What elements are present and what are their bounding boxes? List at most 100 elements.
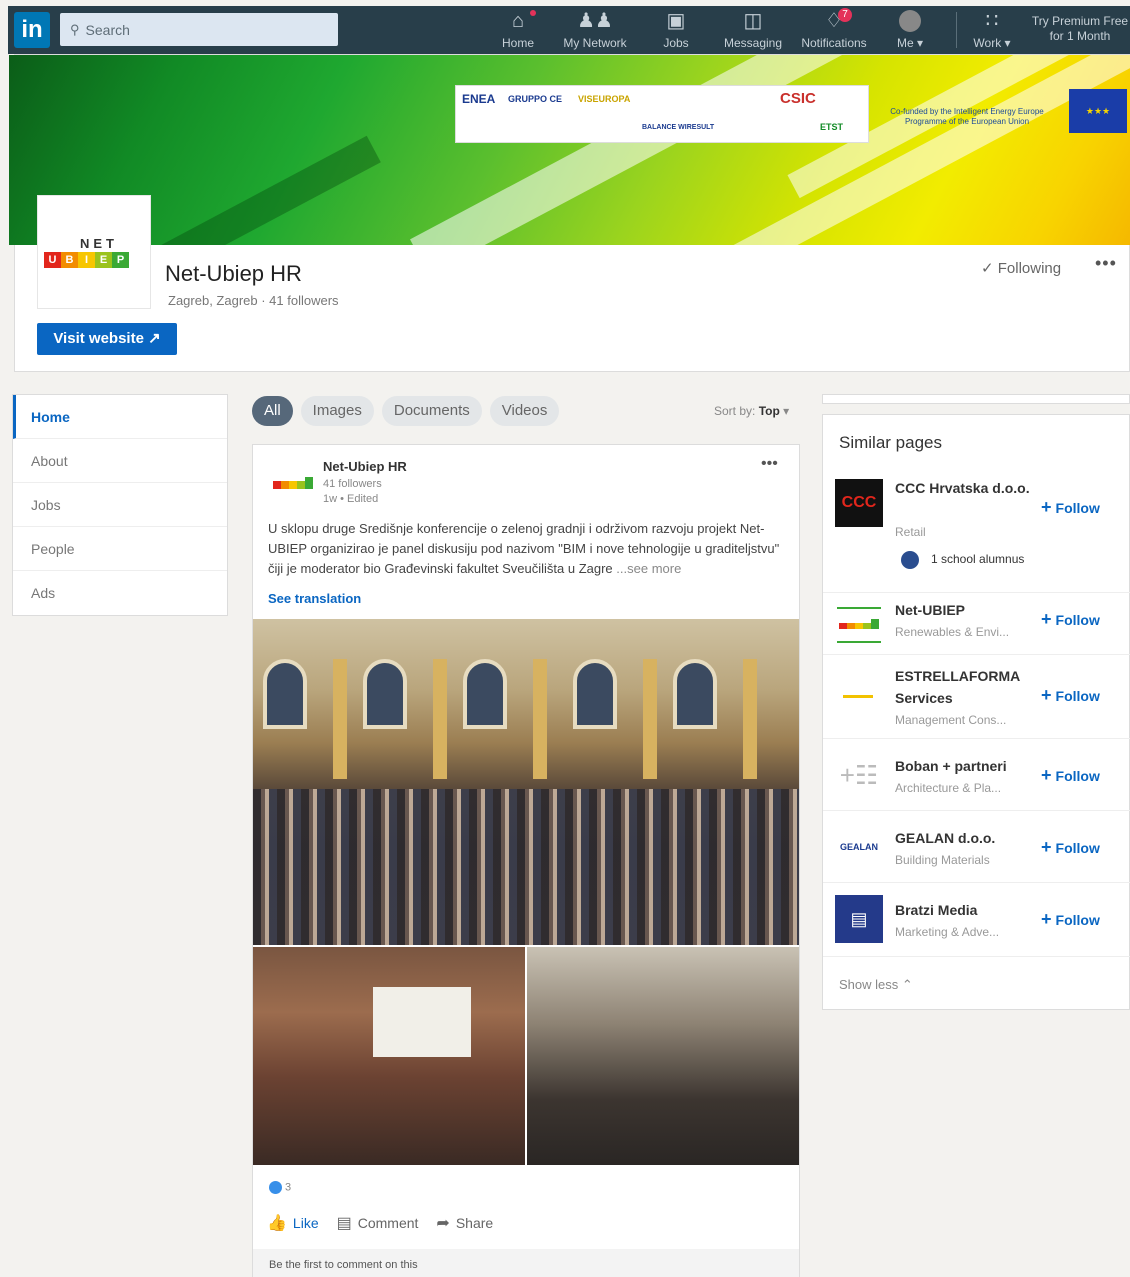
company-name: Net-Ubiep HR xyxy=(165,261,302,286)
similar-page-name[interactable]: GEALAN d.o.o. xyxy=(895,827,1035,849)
sort-label: Sort by: xyxy=(714,404,756,418)
nav-messaging[interactable]: ◫ Messaging xyxy=(720,10,786,54)
follow-button[interactable]: + Follow xyxy=(1041,765,1100,786)
tab-home[interactable]: Home xyxy=(13,395,227,439)
post-author-logo[interactable] xyxy=(271,465,315,495)
similar-page-name[interactable]: CCC Hrvatska d.o.o. xyxy=(895,477,1035,499)
filter-images[interactable]: Images xyxy=(300,396,374,426)
school-icon xyxy=(901,551,919,569)
share-icon: ➦ xyxy=(436,1215,450,1232)
post-author-name[interactable]: Net-Ubiep HR xyxy=(323,459,407,474)
visit-website-button[interactable]: Visit website ↗ xyxy=(37,323,177,355)
partner-logo-gruppo: GRUPPO CE xyxy=(508,94,563,104)
top-nav: in ⚲ Search ⌂ Home ♟♟ My Network ▣ Jobs … xyxy=(8,6,1130,54)
post-body-text: U sklopu druge Središnje konferencije o … xyxy=(268,521,780,576)
filter-all[interactable]: All xyxy=(252,396,293,426)
follow-button[interactable]: + Follow xyxy=(1041,609,1100,630)
estrellaforma-logo[interactable] xyxy=(835,673,883,721)
eu-cofunding: Co-funded by the Intelligent Energy Euro… xyxy=(869,85,1130,143)
follow-button[interactable]: + Follow xyxy=(1041,497,1100,518)
similar-page-industry: Marketing & Adve... xyxy=(895,925,1000,939)
similar-page-industry: Building Materials xyxy=(895,853,990,867)
see-more-link[interactable]: ...see more xyxy=(616,561,681,576)
nav-home-label: Home xyxy=(501,36,534,50)
nav-me[interactable]: Me ▾ xyxy=(890,10,930,54)
messaging-icon: ◫ xyxy=(743,10,763,32)
avatar-icon xyxy=(890,10,930,32)
plus-icon: + xyxy=(1041,685,1052,705)
company-location-followers: Zagreb, Zagreb · 41 followers xyxy=(168,293,339,308)
tab-jobs[interactable]: Jobs xyxy=(13,483,227,527)
share-button[interactable]: ➦ Share xyxy=(436,1213,493,1233)
search-input[interactable]: ⚲ Search xyxy=(60,13,338,46)
comment-prompt: Be the first to comment on this xyxy=(253,1249,799,1277)
reaction-count[interactable]: 3 xyxy=(269,1181,291,1194)
nav-work-label: Work ▾ xyxy=(973,36,1011,50)
similar-page-industry: Renewables & Envi... xyxy=(895,625,1010,639)
like-button[interactable]: 👍 Like xyxy=(267,1213,319,1233)
external-link-icon: ↗ xyxy=(148,330,161,347)
tab-about[interactable]: About xyxy=(13,439,227,483)
like-reaction-icon xyxy=(269,1181,282,1194)
premium-link[interactable]: Try Premium Free for 1 Month xyxy=(1030,14,1130,44)
gealan-logo[interactable]: GEALAN xyxy=(835,823,883,871)
premium-line-1: Try Premium Free xyxy=(1031,14,1129,28)
post-actions: 👍 Like ▤ Comment ➦ Share xyxy=(267,1213,511,1233)
chevron-down-icon: ▾ xyxy=(783,404,790,418)
logo-net-text: NET xyxy=(80,236,118,251)
nav-jobs[interactable]: ▣ Jobs xyxy=(658,10,694,54)
premium-line-2: for 1 Month xyxy=(1049,29,1111,43)
briefcase-icon: ▣ xyxy=(666,10,686,32)
filter-documents[interactable]: Documents xyxy=(381,396,482,426)
follow-button[interactable]: + Follow xyxy=(1041,909,1100,930)
comment-button[interactable]: ▤ Comment xyxy=(337,1213,419,1233)
bell-icon: ♢ 7 xyxy=(796,8,872,32)
tab-people[interactable]: People xyxy=(13,527,227,571)
comment-icon: ▤ xyxy=(336,1215,352,1232)
following-button[interactable]: ✓ Following xyxy=(981,259,1061,277)
show-less-button[interactable]: Show less ⌃ xyxy=(839,977,913,993)
follow-button[interactable]: + Follow xyxy=(1041,837,1100,858)
plus-icon: + xyxy=(1041,837,1052,857)
chevron-up-icon: ⌃ xyxy=(901,977,913,992)
plus-icon: + xyxy=(1041,765,1052,785)
eu-cofunding-text: Co-funded by the Intelligent Energy Euro… xyxy=(890,107,1044,126)
post-body: U sklopu druge Središnje konferencije o … xyxy=(268,519,788,579)
follow-button[interactable]: + Follow xyxy=(1041,685,1100,706)
bratzi-media-logo[interactable]: ▤ xyxy=(835,895,883,943)
school-alumnus: 1 school alumnus xyxy=(901,551,1024,569)
cover-banner: ENEA GRUPPO CE VISEUROPA CSIC BALANCE WI… xyxy=(9,55,1130,245)
nav-messaging-label: Messaging xyxy=(723,36,783,50)
post-more-icon[interactable]: ••• xyxy=(761,455,778,473)
similar-pages-title: Similar pages xyxy=(839,433,942,452)
similar-page-name[interactable]: Net-UBIEP xyxy=(895,599,1035,621)
similar-page-item: ESTRELLAFORMA Services Management Cons..… xyxy=(823,655,1130,739)
similar-page-name[interactable]: Bratzi Media xyxy=(895,899,1035,921)
similar-page-name[interactable]: Boban + partneri xyxy=(895,755,1035,777)
filter-videos[interactable]: Videos xyxy=(489,396,560,426)
plus-icon: + xyxy=(1041,609,1052,629)
see-translation-link[interactable]: See translation xyxy=(268,591,361,606)
company-more-icon[interactable]: ••• xyxy=(1095,253,1117,274)
sort-by-dropdown[interactable]: Sort by: Top ▾ xyxy=(714,404,789,418)
nav-home[interactable]: ⌂ Home xyxy=(498,10,538,54)
ccc-logo[interactable]: CCC xyxy=(835,479,883,527)
nav-notifications[interactable]: ♢ 7 Notifications xyxy=(796,8,872,54)
tab-ads[interactable]: Ads xyxy=(13,571,227,615)
net-ubiep-logo[interactable] xyxy=(835,601,883,649)
partner-logos: ENEA GRUPPO CE VISEUROPA CSIC BALANCE WI… xyxy=(455,85,869,143)
linkedin-logo-icon[interactable]: in xyxy=(14,12,50,48)
similar-page-item: GEALAN GEALAN d.o.o. Building Materials … xyxy=(823,811,1130,883)
nav-work[interactable]: ∷ Work ▾ xyxy=(966,10,1018,54)
similar-page-name[interactable]: ESTRELLAFORMA Services xyxy=(895,665,1035,709)
post-image-conference-hall[interactable] xyxy=(253,619,799,945)
post-image-networking[interactable] xyxy=(527,947,799,1165)
post-image-panel[interactable] xyxy=(253,947,525,1165)
boban-partneri-logo[interactable]: +☷ xyxy=(835,751,883,799)
partner-logo-viseuropa: VISEUROPA xyxy=(578,94,631,104)
similar-page-industry: Architecture & Pla... xyxy=(895,781,1002,795)
notification-badge: 7 xyxy=(838,8,852,22)
search-placeholder: Search xyxy=(85,21,130,38)
plus-icon: + xyxy=(1041,497,1052,517)
nav-my-network[interactable]: ♟♟ My Network xyxy=(560,10,630,54)
